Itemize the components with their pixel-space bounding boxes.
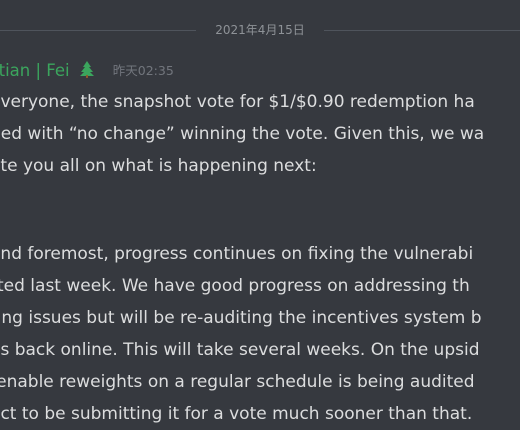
christmas-tree-icon (78, 60, 96, 78)
date-divider: 2021年4月15日 (0, 23, 520, 37)
message-timestamp: 昨天02:35 (112, 63, 174, 78)
author-name[interactable]: stian | Fei (0, 59, 70, 83)
message-paragraph-1: everyone, the snapshot vote for $1/$0.90… (0, 86, 520, 182)
divider-line-right (324, 30, 520, 31)
message-line: ned with “no change” winning the vote. G… (0, 124, 485, 144)
message-paragraph-2: and foremost, progress continues on fixi… (0, 238, 520, 430)
message-line: -enable reweights on a regular schedule … (0, 372, 475, 392)
message-line: ate you all on what is happening next: (0, 156, 317, 176)
message-line: rted last week. We have good progress on… (0, 276, 470, 296)
date-divider-label: 2021年4月15日 (215, 23, 305, 37)
message-line: ect to be submitting it for a vote much … (0, 404, 473, 424)
message-line: ting issues but will be re-auditing the … (0, 308, 482, 328)
divider-line-left (0, 30, 196, 31)
message-body: everyone, the snapshot vote for $1/$0.90… (0, 86, 520, 430)
message-line: and foremost, progress continues on fixi… (0, 244, 474, 264)
message-line: everyone, the snapshot vote for $1/$0.90… (0, 92, 475, 112)
message-line: es back online. This will take several w… (0, 340, 480, 360)
message-header: stian | Fei 昨天02:35 (0, 59, 174, 83)
